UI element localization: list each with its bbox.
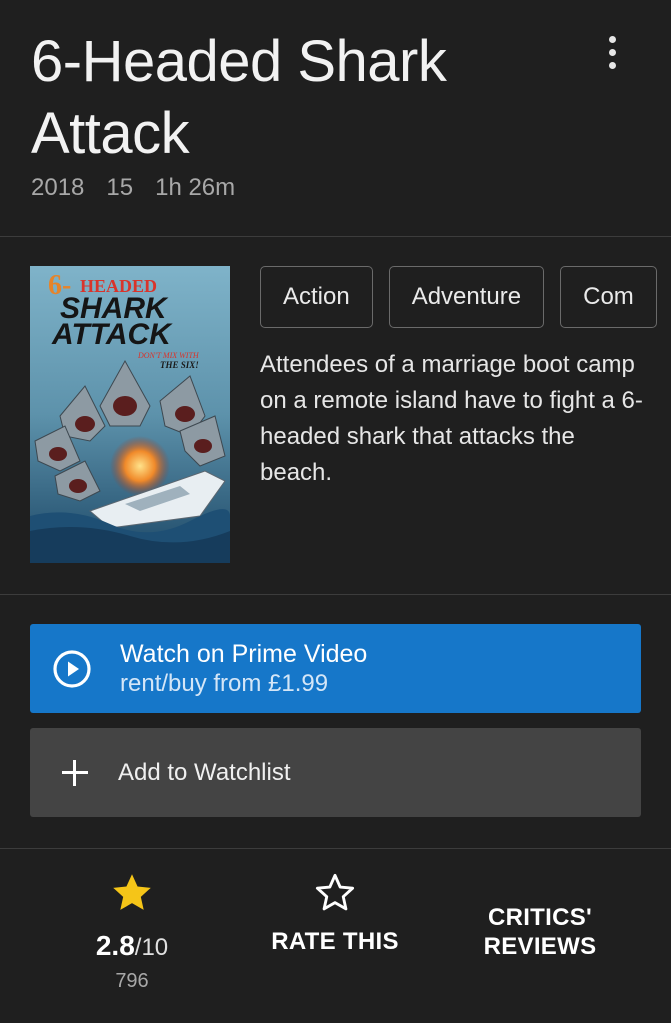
rate-this-label: RATE THIS: [271, 928, 399, 955]
rating-count: 796: [115, 970, 149, 992]
release-year: 2018: [31, 174, 85, 201]
critics-label-line2: REVIEWS: [483, 933, 597, 960]
poster-tagline-line1: DON'T MIX WITH: [137, 351, 200, 360]
genre-chip-comedy[interactable]: Com: [560, 266, 657, 328]
plus-icon: [62, 759, 88, 786]
divider: [0, 236, 671, 237]
poster-title-line3: ATTACK: [51, 318, 173, 351]
add-to-watchlist-button[interactable]: Add to Watchlist: [30, 728, 641, 817]
watch-button-price: rent/buy from £1.99: [120, 669, 329, 697]
genre-chips: Action Adventure Com: [260, 266, 671, 332]
movie-poster[interactable]: 6- HEADED SHARK ATTACK DON'T MIX WITH TH…: [30, 266, 230, 563]
movie-meta: 2018 15 1h 26m: [31, 174, 235, 202]
more-options-icon[interactable]: [595, 32, 629, 72]
divider: [0, 848, 671, 849]
certificate: 15: [106, 174, 134, 201]
rate-this-button[interactable]: RATE THIS: [255, 870, 415, 956]
runtime: 1h 26m: [155, 174, 236, 201]
critics-reviews-button[interactable]: CRITICS' REVIEWS: [462, 903, 618, 961]
divider: [0, 594, 671, 595]
poster-tagline-line2: THE SIX!: [160, 360, 199, 370]
watchlist-label: Add to Watchlist: [118, 758, 291, 786]
rating-scale: /10: [134, 934, 169, 961]
plot-summary[interactable]: Attendees of a marriage boot camp on a r…: [260, 347, 650, 491]
watch-on-prime-button[interactable]: Watch on Prime Video rent/buy from £1.99: [30, 624, 641, 713]
play-circle-icon: [53, 649, 91, 688]
genre-chip-adventure[interactable]: Adventure: [388, 266, 545, 328]
page-title: 6-Headed Shark Attack: [31, 29, 447, 166]
genre-chip-action[interactable]: Action: [260, 266, 373, 328]
imdb-rating: 2.8/10 796: [60, 870, 204, 993]
critics-label-line1: CRITICS': [487, 904, 593, 931]
rating-value: 2.8: [95, 930, 135, 961]
star-outline-icon: [315, 873, 355, 911]
star-filled-icon: [113, 874, 151, 910]
watch-button-title: Watch on Prime Video: [120, 639, 368, 668]
